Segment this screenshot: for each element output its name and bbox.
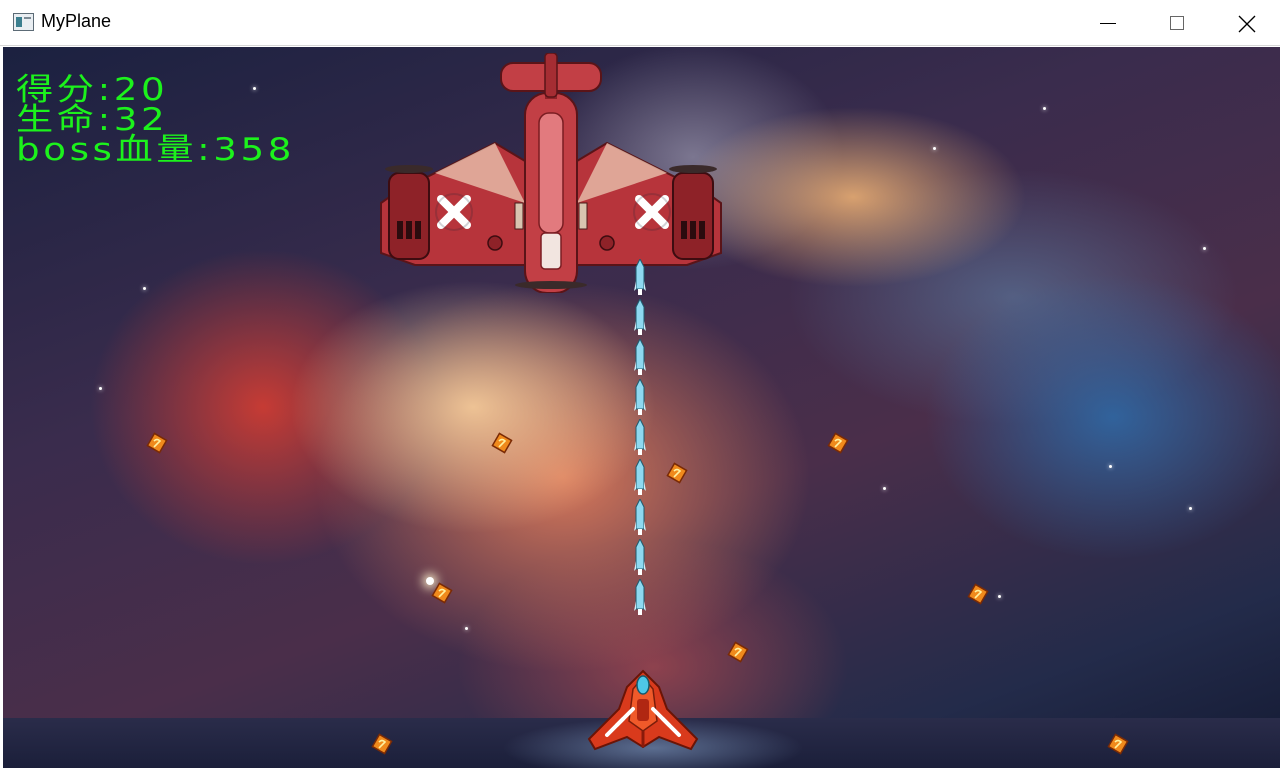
player-missile (634, 539, 646, 575)
star (933, 147, 936, 150)
player-missile (634, 379, 646, 415)
star (1189, 507, 1192, 510)
star (1203, 247, 1206, 250)
window-titlebar[interactable]: MyPlane (0, 0, 1280, 46)
player-missile (634, 419, 646, 455)
maximize-button[interactable] (1155, 0, 1201, 46)
star (883, 487, 886, 490)
enemy-bullet (371, 733, 393, 755)
enemy-bullet (146, 432, 168, 454)
close-button[interactable] (1224, 0, 1270, 46)
app-window-icon (13, 13, 34, 31)
close-icon (1238, 15, 1256, 33)
star (998, 595, 1001, 598)
window-title: MyPlane (41, 11, 112, 31)
star (1043, 107, 1046, 110)
star (1109, 465, 1112, 468)
player-missile (634, 499, 646, 535)
player-missile (634, 259, 646, 295)
hud-boss-hp: boss血量:358 (16, 135, 295, 166)
enemy-bullet (967, 583, 989, 605)
player-missile (634, 339, 646, 375)
enemy-bullet (1107, 733, 1129, 755)
minimize-icon (1100, 23, 1116, 24)
enemy-bullet (827, 432, 849, 454)
game-canvas[interactable]: 得分:20 生命:32 boss血量:358 (3, 47, 1280, 768)
maximize-icon (1170, 16, 1184, 30)
enemy-bullet (431, 582, 453, 604)
hud-boss-hp-value: 358 (213, 132, 296, 168)
player-missile (634, 459, 646, 495)
enemy-bullet (727, 641, 749, 663)
star (465, 627, 468, 630)
player-plane (587, 669, 699, 751)
player-missile (634, 299, 646, 335)
minimize-button[interactable] (1085, 0, 1131, 46)
boss-plane (380, 53, 722, 293)
enemy-bullet (666, 462, 688, 484)
star (253, 87, 256, 90)
player-missile (634, 579, 646, 615)
hud-boss-hp-label: boss血量: (16, 132, 214, 168)
star (99, 387, 102, 390)
enemy-bullet (491, 432, 513, 454)
star (143, 287, 146, 290)
